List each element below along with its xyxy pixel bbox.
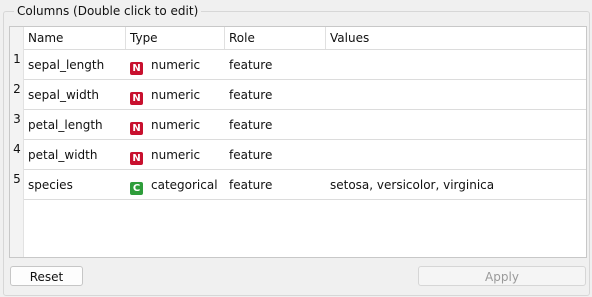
- table-header: Name Type Role Values: [24, 27, 586, 50]
- table-row[interactable]: 2 sepal_width Nnumeric feature: [10, 80, 586, 110]
- cell-role[interactable]: feature: [225, 170, 272, 200]
- numeric-type-icon: N: [130, 92, 143, 105]
- table-row[interactable]: 3 petal_length Nnumeric feature: [10, 110, 586, 140]
- columns-table[interactable]: Name Type Role Values 1 sepal_length Nnu…: [9, 26, 587, 258]
- categorical-type-icon: C: [130, 182, 143, 195]
- row-number: 3: [13, 112, 21, 126]
- type-label: categorical: [151, 178, 218, 192]
- cell-type[interactable]: Nnumeric: [126, 80, 200, 110]
- cell-name[interactable]: petal_length: [24, 110, 103, 140]
- cell-name[interactable]: petal_width: [24, 140, 97, 170]
- cell-role[interactable]: feature: [225, 140, 272, 170]
- type-label: numeric: [151, 118, 201, 132]
- table-row[interactable]: 5 species Ccategorical feature setosa, v…: [10, 170, 586, 200]
- numeric-type-icon: N: [130, 122, 143, 135]
- numeric-type-icon: N: [130, 152, 143, 165]
- type-label: numeric: [151, 148, 201, 162]
- cell-role[interactable]: feature: [225, 110, 272, 140]
- cell-name[interactable]: species: [24, 170, 73, 200]
- cell-name[interactable]: sepal_length: [24, 50, 104, 80]
- cell-values[interactable]: [326, 140, 330, 170]
- cell-type[interactable]: Ccategorical: [126, 170, 218, 200]
- row-number: 5: [13, 172, 21, 186]
- type-label: numeric: [151, 58, 201, 72]
- group-title: Columns (Double click to edit): [14, 3, 202, 19]
- cell-role[interactable]: feature: [225, 80, 272, 110]
- cell-type[interactable]: Nnumeric: [126, 110, 200, 140]
- cell-values[interactable]: [326, 80, 330, 110]
- cell-type[interactable]: Nnumeric: [126, 50, 200, 80]
- cell-values[interactable]: setosa, versicolor, virginica: [326, 170, 494, 200]
- header-values[interactable]: Values: [326, 27, 586, 49]
- cell-values[interactable]: [326, 110, 330, 140]
- header-name[interactable]: Name: [24, 27, 126, 49]
- apply-button[interactable]: Apply: [418, 266, 586, 286]
- cell-values[interactable]: [326, 50, 330, 80]
- numeric-type-icon: N: [130, 62, 143, 75]
- header-role[interactable]: Role: [225, 27, 326, 49]
- table-row[interactable]: 4 petal_width Nnumeric feature: [10, 140, 586, 170]
- reset-button[interactable]: Reset: [10, 266, 83, 286]
- cell-role[interactable]: feature: [225, 50, 272, 80]
- type-label: numeric: [151, 88, 201, 102]
- cell-name[interactable]: sepal_width: [24, 80, 99, 110]
- row-number: 2: [13, 82, 21, 96]
- row-number: 4: [13, 142, 21, 156]
- cell-type[interactable]: Nnumeric: [126, 140, 200, 170]
- row-number: 1: [13, 52, 21, 66]
- table-row[interactable]: 1 sepal_length Nnumeric feature: [10, 50, 586, 80]
- header-type[interactable]: Type: [126, 27, 225, 49]
